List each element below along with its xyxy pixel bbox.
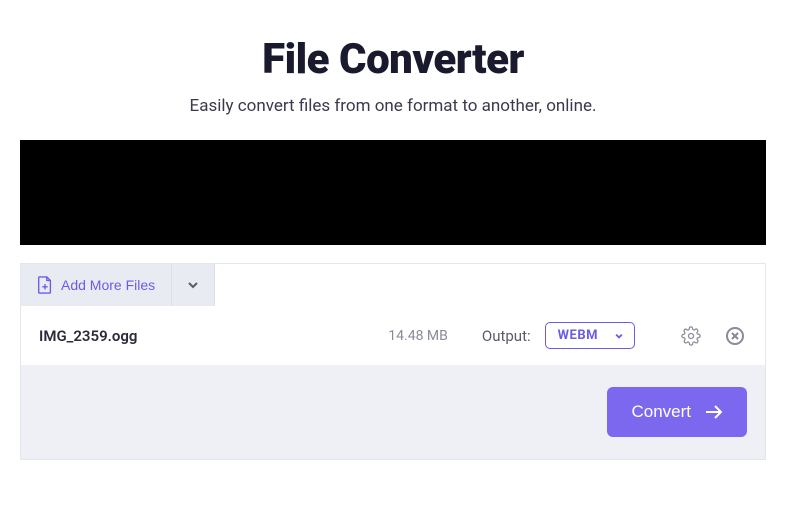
close-icon [726, 327, 744, 345]
file-name: IMG_2359.ogg [39, 327, 374, 345]
panel-footer: Convert [21, 365, 765, 459]
file-row: IMG_2359.ogg 14.48 MB Output: WEBM [21, 306, 765, 365]
settings-button[interactable] [679, 324, 703, 348]
chevron-down-icon [614, 331, 624, 341]
file-size: 14.48 MB [388, 328, 448, 344]
add-more-files-button[interactable]: Add More Files [21, 264, 172, 306]
add-more-files-label: Add More Files [61, 277, 155, 293]
panel-header: Add More Files [21, 264, 765, 306]
arrow-right-icon [705, 404, 723, 420]
output-label: Output: [482, 327, 531, 345]
output-format-label: WEBM [558, 328, 598, 343]
page-title: File Converter [20, 35, 766, 84]
file-plus-icon [37, 276, 53, 294]
output-format-selector[interactable]: WEBM [545, 322, 635, 349]
add-files-dropdown-button[interactable] [172, 264, 215, 306]
header-spacer [215, 264, 765, 306]
remove-file-button[interactable] [723, 324, 747, 348]
convert-button-label: Convert [631, 402, 691, 422]
gear-icon [681, 326, 701, 346]
conversion-panel: Add More Files IMG_2359.ogg 14.48 MB Out… [20, 263, 766, 460]
ad-banner [20, 140, 766, 245]
convert-button[interactable]: Convert [607, 387, 747, 437]
page-subtitle: Easily convert files from one format to … [20, 96, 766, 116]
chevron-down-icon [186, 278, 200, 292]
